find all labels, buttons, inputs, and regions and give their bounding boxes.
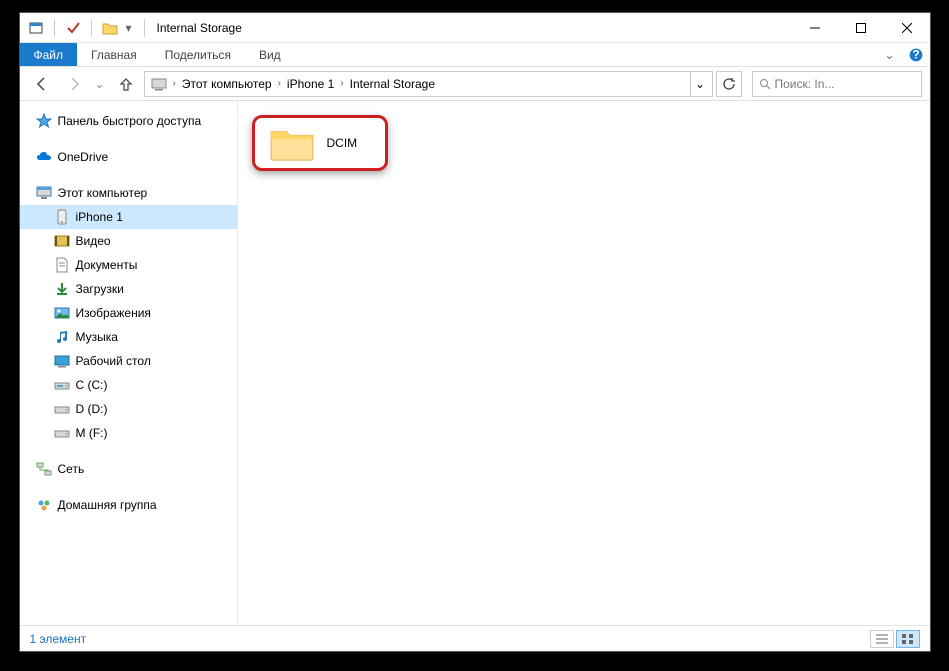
chevron-right-icon[interactable]: › <box>276 78 283 89</box>
sidebar-label: Музыка <box>76 330 118 344</box>
sidebar-item-pictures[interactable]: Изображения <box>20 301 237 325</box>
sidebar-label: Рабочий стол <box>76 354 151 368</box>
minimize-button[interactable] <box>792 13 838 42</box>
view-toggle <box>870 630 920 648</box>
music-icon <box>54 329 70 345</box>
folder-icon <box>269 124 315 162</box>
network-icon <box>36 461 52 477</box>
monitor-icon <box>36 185 52 201</box>
chevron-right-icon[interactable]: › <box>338 78 345 89</box>
sidebar-onedrive[interactable]: OneDrive <box>20 145 237 169</box>
cloud-icon <box>36 149 52 165</box>
sidebar-label: Этот компьютер <box>58 186 148 200</box>
star-icon <box>36 113 52 129</box>
tab-home[interactable]: Главная <box>77 43 151 66</box>
address-bar[interactable]: › Этот компьютер › iPhone 1 › Internal S… <box>144 71 713 97</box>
properties-icon[interactable] <box>28 20 44 36</box>
sidebar-label: Панель быстрого доступа <box>58 114 202 128</box>
sidebar-label: Загрузки <box>76 282 124 296</box>
window-buttons <box>792 13 930 42</box>
qat: ▾ <box>28 19 149 37</box>
tab-view[interactable]: Вид <box>245 43 295 66</box>
sidebar-quickaccess[interactable]: Панель быстрого доступа <box>20 109 237 133</box>
search-input[interactable]: Поиск: In... <box>752 71 922 97</box>
forward-button[interactable] <box>60 71 88 97</box>
folder-dcim[interactable]: DCIM <box>252 115 389 171</box>
sidebar-label: M (F:) <box>76 426 108 440</box>
sidebar-network[interactable]: Сеть <box>20 457 237 481</box>
picture-icon <box>54 305 70 321</box>
phone-icon <box>54 209 70 225</box>
refresh-button[interactable] <box>716 71 742 97</box>
sidebar-item-drive-d[interactable]: D (D:) <box>20 397 237 421</box>
sidebar-item-downloads[interactable]: Загрузки <box>20 277 237 301</box>
sidebar-item-desktop[interactable]: Рабочий стол <box>20 349 237 373</box>
crumb-root-icon[interactable] <box>147 72 171 96</box>
sidebar-label: iPhone 1 <box>76 210 123 224</box>
search-icon <box>759 78 771 90</box>
search-placeholder: Поиск: In... <box>775 77 835 91</box>
sidebar-item-documents[interactable]: Документы <box>20 253 237 277</box>
download-icon <box>54 281 70 297</box>
status-item-count: 1 элемент <box>30 632 87 646</box>
titlebar: ▾ Internal Storage <box>20 13 930 43</box>
sidebar-item-music[interactable]: Музыка <box>20 325 237 349</box>
view-icons-button[interactable] <box>896 630 920 648</box>
video-icon <box>54 233 70 249</box>
ribbon-collapse-button[interactable]: ⌄ <box>878 43 902 66</box>
drive-icon <box>54 377 70 393</box>
sidebar-item-iphone[interactable]: iPhone 1 <box>20 205 237 229</box>
recent-dropdown[interactable]: ⌄ <box>92 71 108 97</box>
sidebar-item-drive-c[interactable]: C (C:) <box>20 373 237 397</box>
up-button[interactable] <box>112 71 140 97</box>
sidebar-label: Сеть <box>58 462 85 476</box>
document-icon <box>54 257 70 273</box>
back-button[interactable] <box>28 71 56 97</box>
explorer-window: ▾ Internal Storage Файл Главная Поделить… <box>19 12 931 652</box>
qat-separator <box>54 19 55 37</box>
desktop-icon <box>54 353 70 369</box>
address-history-dropdown[interactable]: ⌄ <box>690 72 710 96</box>
sidebar-label: D (D:) <box>76 402 108 416</box>
sidebar-label: C (C:) <box>76 378 108 392</box>
sidebar-label: Документы <box>76 258 138 272</box>
ribbon-spacer <box>295 43 878 66</box>
qat-separator-3 <box>144 19 145 37</box>
view-details-button[interactable] <box>870 630 894 648</box>
qat-dropdown-icon[interactable]: ▾ <box>124 20 134 36</box>
maximize-button[interactable] <box>838 13 884 42</box>
chevron-right-icon[interactable]: › <box>171 78 178 89</box>
statusbar: 1 элемент <box>20 625 930 651</box>
homegroup-icon <box>36 497 52 513</box>
drive-icon <box>54 401 70 417</box>
navbar: ⌄ › Этот компьютер › iPhone 1 › Internal… <box>20 67 930 101</box>
qat-separator-2 <box>91 19 92 37</box>
body: Панель быстрого доступа OneDrive Этот ко… <box>20 101 930 625</box>
window-title: Internal Storage <box>157 21 792 35</box>
close-button[interactable] <box>884 13 930 42</box>
sidebar-label: Видео <box>76 234 111 248</box>
crumb-iphone[interactable]: iPhone 1 <box>283 72 338 96</box>
sidebar-label: OneDrive <box>58 150 109 164</box>
nav-pane: Панель быстрого доступа OneDrive Этот ко… <box>20 101 238 625</box>
sidebar-item-drive-m[interactable]: M (F:) <box>20 421 237 445</box>
crumb-internal-storage[interactable]: Internal Storage <box>346 72 439 96</box>
tab-share[interactable]: Поделиться <box>151 43 245 66</box>
folder-label: DCIM <box>327 136 358 150</box>
ribbon: Файл Главная Поделиться Вид ⌄ ? <box>20 43 930 67</box>
svg-text:?: ? <box>912 48 919 62</box>
crumb-thispc[interactable]: Этот компьютер <box>178 72 276 96</box>
folder-mini-icon[interactable] <box>102 20 118 36</box>
sidebar-item-videos[interactable]: Видео <box>20 229 237 253</box>
help-button[interactable]: ? <box>902 43 930 66</box>
sidebar-homegroup[interactable]: Домашняя группа <box>20 493 237 517</box>
sidebar-thispc[interactable]: Этот компьютер <box>20 181 237 205</box>
sidebar-label: Изображения <box>76 306 151 320</box>
check-icon[interactable] <box>65 20 81 36</box>
tab-file[interactable]: Файл <box>20 43 78 66</box>
drive-icon <box>54 425 70 441</box>
content-pane[interactable]: DCIM <box>238 101 930 625</box>
sidebar-label: Домашняя группа <box>58 498 157 512</box>
